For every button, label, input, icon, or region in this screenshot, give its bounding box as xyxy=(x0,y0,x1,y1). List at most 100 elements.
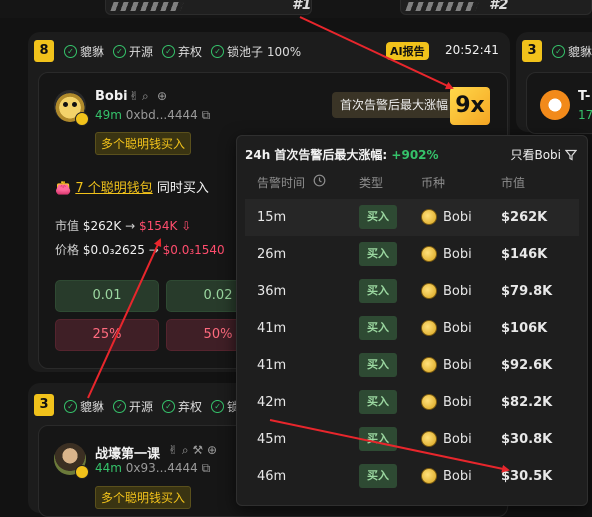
alert-card-peek[interactable]: 3 ✓貔貅 T- 17r xyxy=(516,32,592,134)
token-address[interactable]: 0x93...4444 xyxy=(126,461,198,475)
row-market-cap: $146K xyxy=(501,247,548,262)
ai-report-button[interactable]: AI报告 xyxy=(386,42,429,60)
copy-icon[interactable]: ⧉ xyxy=(202,108,211,122)
row-time: 26m xyxy=(257,247,287,262)
row-market-cap: $262K xyxy=(501,210,548,225)
smart-wallet-count-link[interactable]: 7 个聪明钱包 xyxy=(75,181,152,196)
table-row[interactable]: 46m 买入 Bobi $30.5K xyxy=(245,458,579,495)
checker-flag-icon xyxy=(405,2,479,11)
token-avatar[interactable] xyxy=(540,90,570,120)
row-token[interactable]: Bobi xyxy=(421,199,472,236)
quick-buy-button[interactable]: 0.01 xyxy=(55,280,159,312)
row-market-cap: $82.2K xyxy=(501,395,553,410)
check-label: 弃权 xyxy=(178,45,203,59)
ai-report-label: AI报告 xyxy=(390,45,425,58)
table-row[interactable]: 15m 买入 Bobi $262K xyxy=(245,199,579,236)
row-type-badge: 买入 xyxy=(359,242,397,266)
row-token[interactable]: Bobi xyxy=(421,310,472,347)
mc-label: 市值 xyxy=(55,219,80,233)
row-time: 36m xyxy=(257,284,287,299)
token-name[interactable]: 战壕第一课 xyxy=(95,443,160,462)
row-market-cap: $92.6K xyxy=(501,358,553,373)
table-row[interactable]: 26m 买入 Bobi $146K xyxy=(245,236,579,273)
top-rank-strip: #1 #2 xyxy=(0,0,592,18)
table-row[interactable]: 41m 买入 Bobi $106K xyxy=(245,310,579,347)
filter-only-bobi[interactable]: 只看Bobi xyxy=(510,146,577,163)
copy-icon[interactable]: ⧉ xyxy=(202,461,211,475)
max-gain-history-popup[interactable]: 24h 首次告警后最大涨幅: +902% 只看Bobi 告警时间 类型 币种 市… xyxy=(236,135,588,506)
header-type: 类型 xyxy=(359,176,384,190)
chain-badge-icon xyxy=(75,112,89,126)
alert-time: 20:52:41 xyxy=(445,43,499,57)
row-type-badge: 买入 xyxy=(359,464,397,488)
max-gain-multiplier[interactable]: 9x xyxy=(450,87,490,125)
token-name[interactable]: Bobi xyxy=(95,89,128,104)
row-type-badge: 买入 xyxy=(359,390,397,414)
smart-buy-line: 👛 7 个聪明钱包 同时买入 xyxy=(55,177,209,196)
table-row[interactable]: 36m 买入 Bobi $79.8K xyxy=(245,273,579,310)
price-label: 价格 xyxy=(55,243,80,257)
quick-sell-button[interactable]: 25% xyxy=(55,319,159,351)
security-checks: ✓貔貅 ✓开源 ✓弃权 ✓锁池 xyxy=(64,398,256,415)
table-row[interactable]: 41m 买入 Bobi $92.6K xyxy=(245,347,579,384)
hand-icon: ✌ xyxy=(129,89,140,103)
check-icon: ✓ xyxy=(113,400,127,413)
header-alert-time: 告警时间 xyxy=(257,176,306,190)
token-age: 49m xyxy=(95,108,122,122)
row-time: 41m xyxy=(257,358,287,373)
rank-tab-2[interactable]: #2 xyxy=(400,0,592,15)
check-label: 貔貅 xyxy=(80,45,105,59)
token-coin-icon xyxy=(421,467,437,484)
mc-to: $154K xyxy=(138,219,178,233)
row-token[interactable]: Bobi xyxy=(421,273,472,310)
row-market-cap: $30.8K xyxy=(501,432,553,447)
row-time: 45m xyxy=(257,432,287,447)
row-time: 41m xyxy=(257,321,287,336)
price-from: $0.0₃2625 xyxy=(82,243,145,257)
check-label: 貔貅 xyxy=(568,45,592,59)
check-icon: ✓ xyxy=(64,400,77,413)
filter-label: 只看Bobi xyxy=(510,148,561,162)
row-token[interactable]: Bobi xyxy=(421,347,472,384)
token-coin-icon xyxy=(421,282,437,299)
score-badge: 3 xyxy=(522,40,542,62)
smart-money-tag: 多个聪明钱买入 xyxy=(95,486,192,509)
popup-title: 24h 首次告警后最大涨幅: +902% xyxy=(245,146,439,163)
max-gain-label: 首次告警后最大涨幅 xyxy=(332,92,457,118)
price-line: 价格 $0.0₃2625 → $0.0₃1540 xyxy=(55,243,225,257)
check-label: 锁池子 100% xyxy=(227,45,302,59)
search-icon[interactable]: ⌕ xyxy=(142,89,149,104)
globe-icon[interactable]: ⊕ xyxy=(157,89,167,103)
token-address[interactable]: 0xbd...4444 xyxy=(126,108,198,122)
check-label: 开源 xyxy=(129,400,154,414)
filter-icon xyxy=(565,149,577,160)
social-icons[interactable]: ✌ ⌕ ⚒ ⊕ xyxy=(168,443,217,458)
token-meta: 44m 0x93...4444 ⧉ xyxy=(95,461,210,476)
row-type-badge: 买入 xyxy=(359,316,397,340)
wallet-icon: 👛 xyxy=(55,181,72,196)
header-token: 币种 xyxy=(421,176,446,190)
row-token[interactable]: Bobi xyxy=(421,384,472,421)
token-age: 17r xyxy=(578,108,592,122)
market-cap-line: 市值 $262K → $154K ⇩ xyxy=(55,219,192,233)
row-token[interactable]: Bobi xyxy=(421,236,472,273)
table-row[interactable]: 42m 买入 Bobi $82.2K xyxy=(245,384,579,421)
rank-tab-1[interactable]: #1 xyxy=(105,0,312,15)
row-token[interactable]: Bobi xyxy=(421,458,472,495)
token-name[interactable]: T- xyxy=(578,89,590,104)
row-type-badge: 买入 xyxy=(359,205,397,229)
row-time: 42m xyxy=(257,395,287,410)
check-label: 弃权 xyxy=(178,400,203,414)
token-age: 44m xyxy=(95,461,122,475)
row-token[interactable]: Bobi xyxy=(421,421,472,458)
clock-icon[interactable] xyxy=(313,174,326,187)
check-icon: ✓ xyxy=(162,45,176,58)
security-checks: ✓ 貔貅 xyxy=(552,43,592,60)
table-row[interactable]: 45m 买入 Bobi $30.8K xyxy=(245,421,579,458)
row-time: 15m xyxy=(257,210,287,225)
security-checks: ✓ 貔貅 ✓ 开源 ✓ 弃权 ✓ 锁池子 100% xyxy=(64,43,306,60)
checker-flag-icon xyxy=(110,2,184,11)
score-badge: 3 xyxy=(34,394,54,416)
header-market-cap: 市值 xyxy=(501,176,526,190)
check-icon: ✓ xyxy=(211,400,225,413)
